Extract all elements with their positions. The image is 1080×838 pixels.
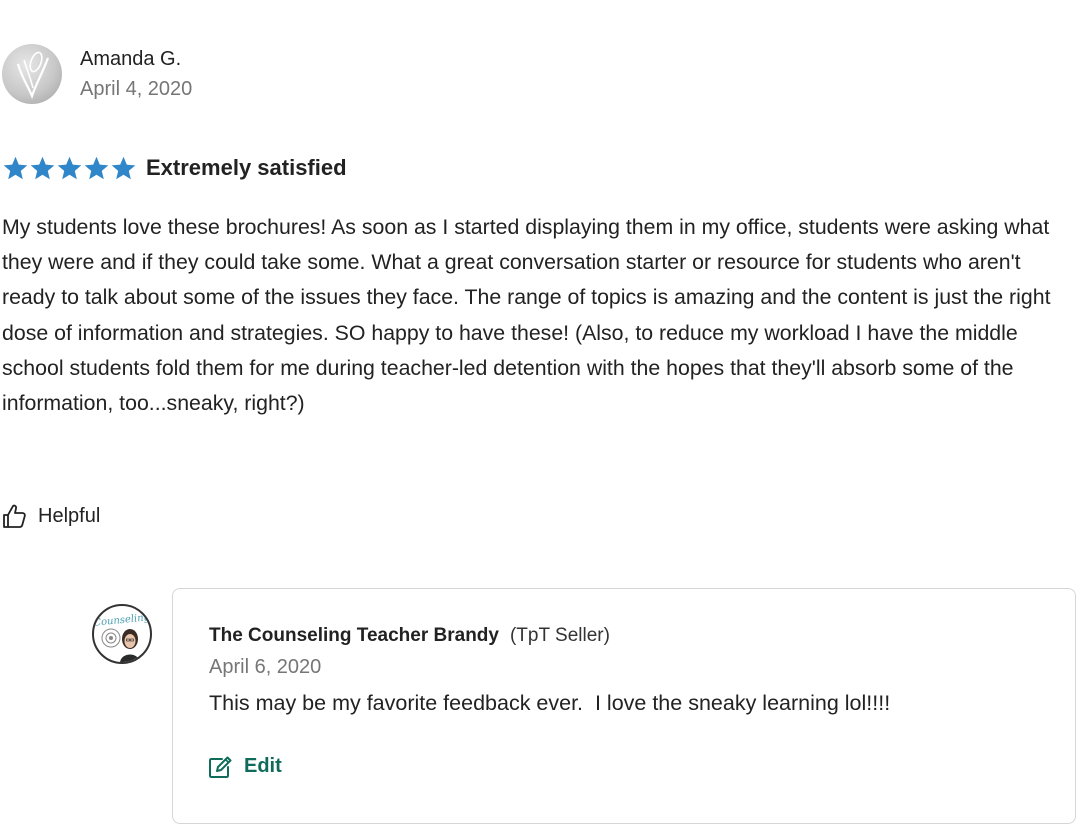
star-icon — [111, 156, 136, 179]
reviewer-avatar — [2, 44, 62, 104]
star-icon — [30, 156, 55, 179]
seller-avatar-image: Counseling — [94, 612, 150, 662]
edit-button[interactable]: Edit — [208, 755, 282, 778]
seller-reply-card: The Counseling Teacher Brandy (TpT Selle… — [172, 588, 1076, 824]
seller-name[interactable]: The Counseling Teacher Brandy — [209, 625, 499, 647]
review-card: Amanda G. April 4, 2020 Extremely satisf… — [0, 0, 1080, 838]
reply-text: This may be my favorite feedback ever. I… — [209, 691, 891, 715]
edit-label: Edit — [244, 755, 282, 777]
rating-label: Extremely satisfied — [146, 155, 347, 180]
helpful-button[interactable]: Helpful — [2, 502, 100, 530]
person-photo-icon — [120, 629, 140, 662]
seller-line: The Counseling Teacher Brandy (TpT Selle… — [209, 625, 610, 647]
star-rating: Extremely satisfied — [2, 152, 347, 184]
star-icon — [57, 156, 82, 179]
helpful-label: Helpful — [38, 505, 101, 527]
seller-logo-text: Counseling — [94, 612, 150, 629]
thumbs-up-icon — [3, 504, 26, 528]
reviewer-name: Amanda G. — [80, 48, 182, 70]
star-icon — [84, 156, 109, 179]
review-date: April 4, 2020 — [80, 78, 193, 100]
mandala-icon — [101, 628, 121, 648]
edit-icon — [209, 756, 232, 778]
seller-badge: (TpT Seller) — [509, 625, 610, 646]
review-body: My students love these brochures! As soo… — [2, 215, 1051, 416]
reply-date: April 6, 2020 — [209, 656, 322, 678]
star-list — [2, 155, 137, 182]
star-icon — [3, 156, 28, 179]
seller-avatar: Counseling — [92, 604, 152, 664]
reviewer-avatar-logo-icon — [16, 51, 50, 100]
